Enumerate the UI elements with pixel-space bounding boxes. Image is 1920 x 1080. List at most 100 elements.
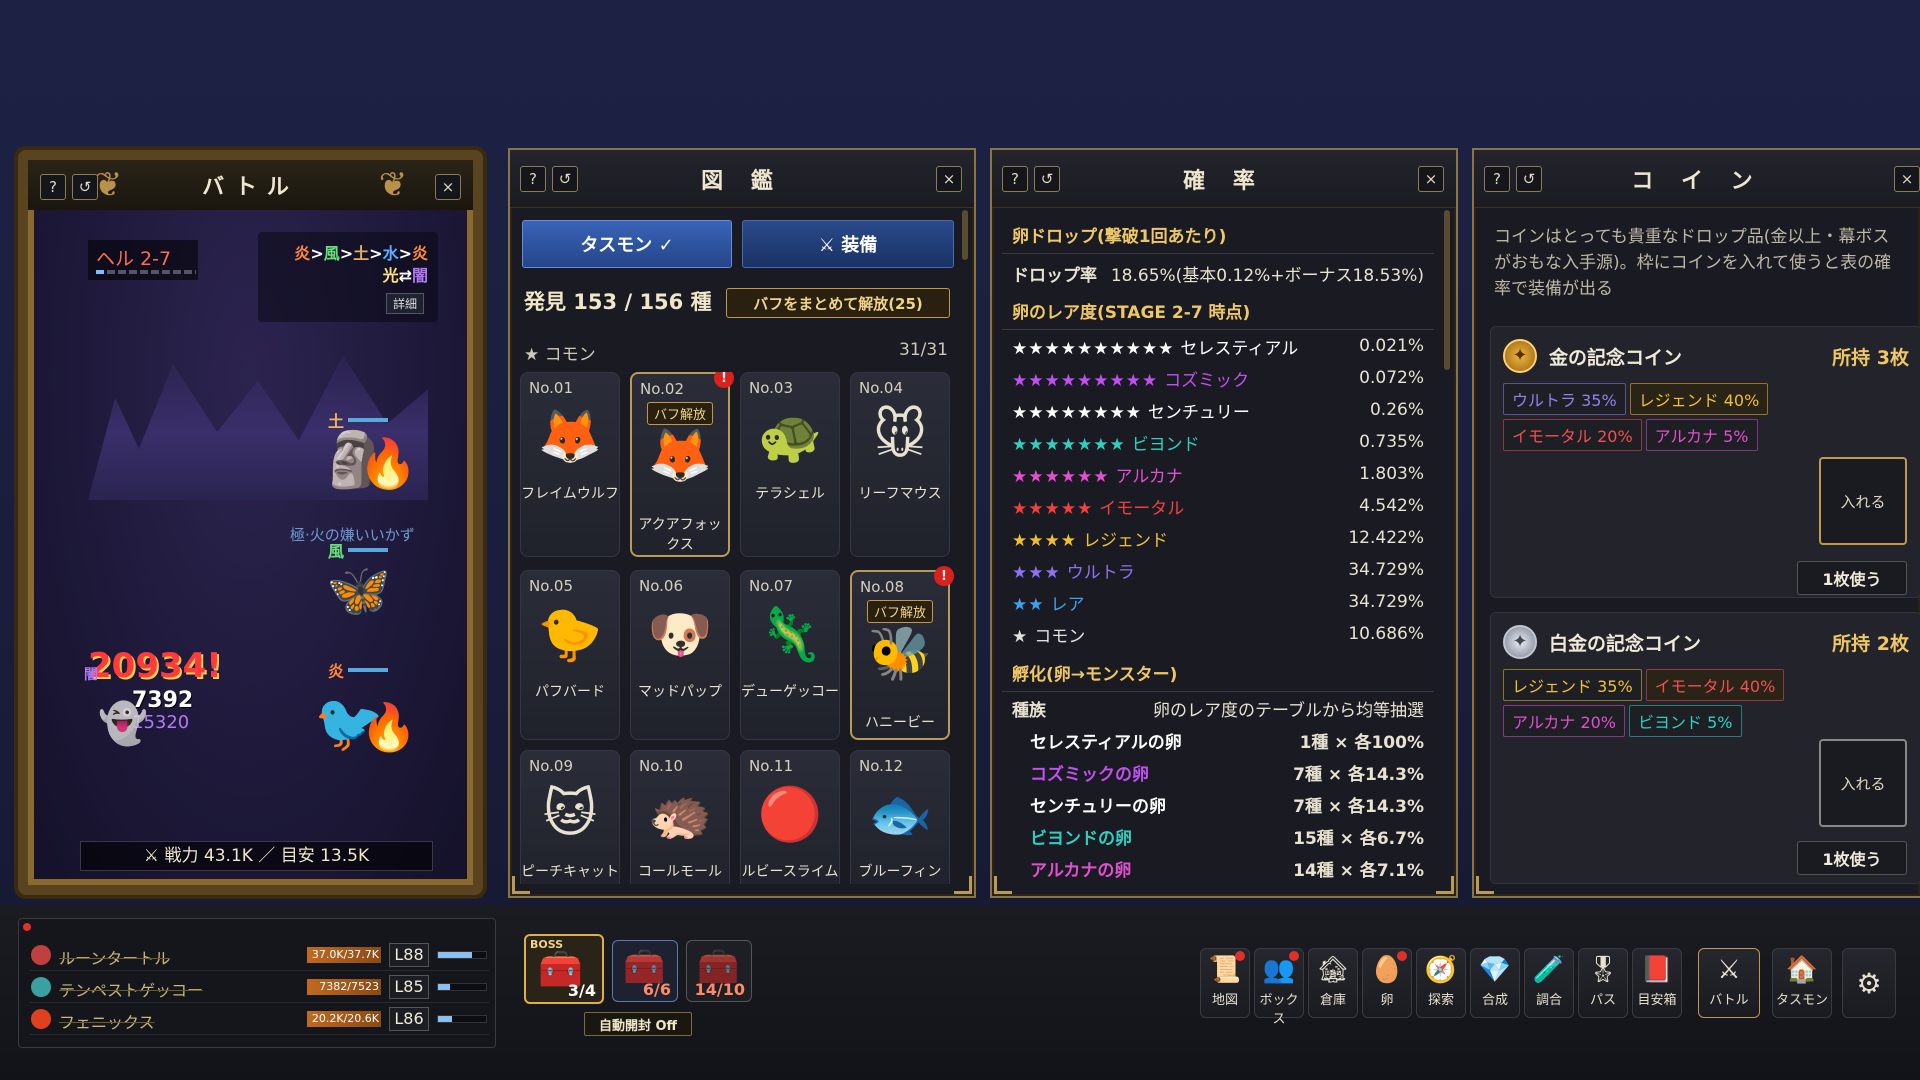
scrollbar[interactable] bbox=[1444, 210, 1450, 370]
chest-3-count: 14/10 bbox=[694, 980, 745, 999]
gold-insert-slot[interactable]: 入れる bbox=[1819, 457, 1907, 545]
dock-button[interactable]: 🏚 倉庫 bbox=[1308, 948, 1358, 1018]
member-level: L85 bbox=[389, 975, 429, 999]
egg-row: ビヨンドの卵 15種 × 各6.7% bbox=[1002, 820, 1434, 852]
egg-odds: 7種 × 各14.3% bbox=[1293, 764, 1424, 785]
dock-button[interactable]: 👥 ボックス bbox=[1254, 948, 1304, 1027]
boss-chest[interactable]: BOSS 🧰 3/4 bbox=[524, 934, 604, 1004]
rarity-row: ★★★★★ イモータル 4.542% bbox=[1002, 490, 1434, 522]
dock-button[interactable]: 🎖 パス bbox=[1578, 948, 1628, 1018]
tab-equip[interactable]: ⚔ 装備 bbox=[742, 220, 954, 268]
zukan-panel: ? ↺ 図 鑑 × タスモン ✓ ⚔ 装備 発見 153 / 156 種 バフを… bbox=[508, 148, 976, 898]
platinum-coin-name: 白金の記念コイン bbox=[1549, 633, 1702, 655]
egg-row: センチュリーの卵 7種 × 各14.3% bbox=[1002, 788, 1434, 820]
egg-odds: 1種 × 各100% bbox=[1299, 732, 1424, 753]
monster-card[interactable]: No.01 🦊 フレイムウルフ bbox=[520, 372, 620, 557]
enemy-name-label: 極·火の嫌いいかず bbox=[290, 526, 415, 544]
reset-button[interactable]: ↺ bbox=[552, 166, 578, 192]
close-button[interactable]: × bbox=[435, 174, 461, 200]
detail-button[interactable]: 詳細 bbox=[385, 293, 424, 314]
rarity-stars: ★★★★★★★★ bbox=[1012, 402, 1142, 423]
hatch-label: 種族 bbox=[1012, 700, 1046, 721]
help-button[interactable]: ? bbox=[40, 174, 66, 200]
monster-card[interactable]: No.12 🐟 ブルーフィン bbox=[850, 750, 950, 884]
chest-3[interactable]: 🧰 14/10 bbox=[686, 940, 752, 1002]
party-member-row[interactable]: テンペストゲッコー 7382/7523 L85 bbox=[29, 971, 489, 1003]
dock-button[interactable]: 🏠 タスモン bbox=[1772, 948, 1832, 1018]
dock-button[interactable]: 🧪 調合 bbox=[1524, 948, 1574, 1018]
close-button[interactable]: × bbox=[1894, 166, 1920, 192]
rarity-count: 31/31 bbox=[899, 340, 948, 360]
gold-coin-name: 金の記念コイン bbox=[1549, 347, 1683, 369]
dock-button[interactable]: 📜 地図 bbox=[1200, 948, 1250, 1018]
help-button[interactable]: ? bbox=[1002, 166, 1028, 192]
platinum-insert-slot[interactable]: 入れる bbox=[1819, 739, 1907, 827]
monster-name: デューゲッコー bbox=[741, 684, 839, 700]
reset-button[interactable]: ↺ bbox=[72, 174, 98, 200]
wind-creature: 🦋 bbox=[326, 561, 391, 621]
monster-name: テラシェル bbox=[755, 486, 825, 502]
monster-card[interactable]: No.08 バフ解放! 🐝 ハニービー bbox=[850, 566, 954, 740]
scrollbar[interactable] bbox=[962, 210, 968, 260]
monster-card[interactable]: No.05 🐤 パフバード bbox=[520, 570, 620, 740]
help-button[interactable]: ? bbox=[520, 166, 546, 192]
xp-bar bbox=[437, 951, 487, 959]
egg-list: セレスティアルの卵 1種 × 各100% コズミックの卵 7種 × 各14.3% センチ… bbox=[1002, 724, 1434, 884]
monster-card[interactable]: No.07 🦎 デューゲッコー bbox=[740, 570, 840, 740]
monster-sprite-icon: 🐝 bbox=[867, 623, 933, 684]
party-member-row[interactable]: フェニックス 20.2K/20.6K L86 bbox=[29, 1003, 489, 1035]
close-button[interactable]: × bbox=[936, 166, 962, 192]
dock-button[interactable]: ⚔ バトル bbox=[1698, 948, 1760, 1018]
rarity-odds-tag: アルカナ 20% bbox=[1503, 705, 1626, 737]
coin-header: ? ↺ コ イ ン × bbox=[1474, 150, 1920, 208]
alert-icon: ! bbox=[714, 372, 734, 388]
rarity-name: セレスティアル bbox=[1180, 338, 1299, 359]
gold-use-button[interactable]: 1枚使う bbox=[1797, 561, 1907, 595]
monster-card[interactable]: No.11 🔴 ルビースライム bbox=[740, 750, 840, 884]
monster-number: No.05 bbox=[529, 577, 573, 595]
dock-icon: 🧪 bbox=[1532, 955, 1566, 985]
platinum-coin-card: ✦ 白金の記念コイン 所持 2枚 レジェンド 35% イモータル 40% アルカナ … bbox=[1490, 612, 1920, 884]
tab-tasmon[interactable]: タスモン ✓ bbox=[522, 220, 732, 268]
reset-button[interactable]: ↺ bbox=[1516, 166, 1542, 192]
xp-bar-fill bbox=[438, 1016, 453, 1022]
monster-card[interactable]: No.02 バフ解放! 🦊 アクアフォックス bbox=[630, 372, 734, 557]
dock-button[interactable]: 💎 合成 bbox=[1470, 948, 1520, 1018]
buff-unlock-all-button[interactable]: バフをまとめて解放(25) bbox=[726, 288, 950, 318]
chest-2[interactable]: 🧰 6/6 bbox=[612, 940, 678, 1002]
rarity-name: アルカナ bbox=[1115, 466, 1183, 487]
rarity-name: ビヨンド bbox=[1131, 434, 1200, 455]
member-level: L86 bbox=[389, 1007, 429, 1031]
monster-card[interactable]: No.06 🐶 マッドパップ bbox=[630, 570, 730, 740]
dock-button[interactable]: 🧭 探索 bbox=[1416, 948, 1466, 1018]
platinum-use-button[interactable]: 1枚使う bbox=[1797, 841, 1907, 875]
auto-open-toggle[interactable]: 自動開封 Off bbox=[584, 1012, 692, 1036]
corner-ornament bbox=[1436, 876, 1454, 894]
dock-button[interactable]: 📕 目安箱 bbox=[1632, 948, 1682, 1018]
party-panel: ルーンタートル 37.0K/37.7K L88 テンペストゲッコー 7382/7523 L… bbox=[18, 918, 496, 1048]
party-member-row[interactable]: ルーンタートル 37.0K/37.7K L88 bbox=[29, 939, 489, 971]
battle-panel: ❦ バトル ❦ ? ↺ × ヘル 2-7 炎>風>土>水>炎 光⇄闇 詳細 土 … bbox=[18, 150, 483, 895]
monster-card[interactable]: No.10 🦔 コールモール bbox=[630, 750, 730, 884]
close-button[interactable]: × bbox=[1418, 166, 1444, 192]
help-button[interactable]: ? bbox=[1484, 166, 1510, 192]
egg-name: センチュリーの卵 bbox=[1030, 796, 1166, 817]
monster-number: No.01 bbox=[529, 379, 573, 397]
notification-dot bbox=[23, 923, 31, 931]
coin-title: コ イ ン bbox=[1631, 168, 1763, 194]
dock-label: 地図 bbox=[1211, 993, 1238, 1008]
settings-gear-button[interactable]: ⚙ bbox=[1842, 948, 1896, 1018]
monster-card[interactable]: No.09 🐱 ピーチキャット bbox=[520, 750, 620, 884]
notification-dot bbox=[1289, 951, 1299, 961]
monster-card[interactable]: No.03 🐢 テラシェル bbox=[740, 372, 840, 557]
dock-button[interactable]: 🥚 卵 bbox=[1362, 948, 1412, 1018]
el-dark: 闇 bbox=[411, 266, 428, 285]
monster-card[interactable]: No.04 🐭 リーフマウス bbox=[850, 372, 950, 557]
enemy-hp-bar-3 bbox=[348, 668, 388, 672]
enemy-hp-bar-1 bbox=[348, 418, 388, 422]
reset-button[interactable]: ↺ bbox=[1034, 166, 1060, 192]
el-tag-wind: 風 bbox=[328, 542, 345, 561]
party-list: ルーンタートル 37.0K/37.7K L88 テンペストゲッコー 7382/7523 L… bbox=[29, 939, 489, 1035]
rarity-stars: ★★★★★★ bbox=[1012, 466, 1110, 487]
dark-creature: 👻 bbox=[98, 701, 148, 747]
